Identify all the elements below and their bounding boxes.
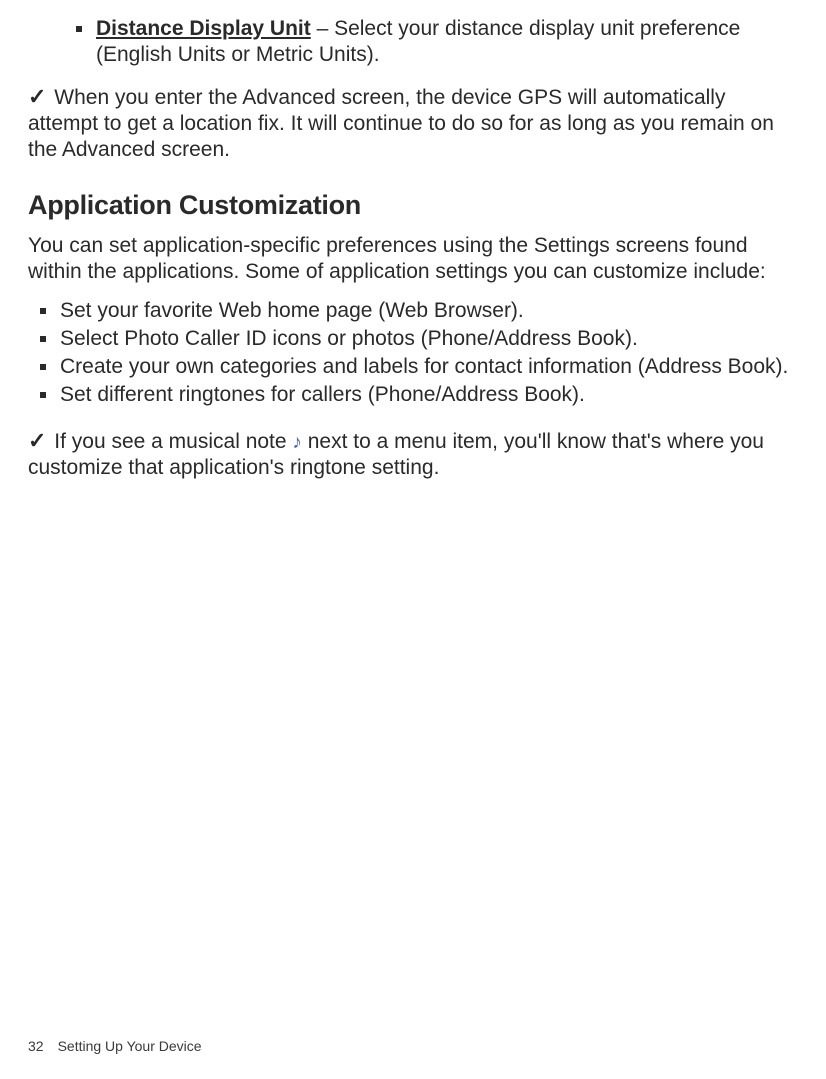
distance-display-unit-item: Distance Display Unit – Select your dist… (76, 16, 798, 69)
footer-section: Setting Up Your Device (58, 1038, 202, 1054)
music-note-icon: ♪ (292, 431, 302, 455)
ringtone-tip-text-a: If you see a musical note (48, 430, 292, 453)
list-item: Set different ringtones for callers (Pho… (40, 382, 798, 408)
nested-bullet-list: Distance Display Unit – Select your dist… (28, 16, 798, 69)
item-title: Distance Display Unit (96, 17, 311, 40)
section-heading: Application Customization (28, 189, 798, 223)
page-number: 32 (28, 1038, 44, 1054)
gps-tip-paragraph: ✓ When you enter the Advanced screen, th… (28, 83, 798, 164)
check-icon: ✓ (28, 428, 46, 453)
ringtone-tip-paragraph: ✓ If you see a musical note ♪ next to a … (28, 427, 798, 482)
list-item: Set your favorite Web home page (Web Bro… (40, 298, 798, 324)
list-item: Create your own categories and labels fo… (40, 354, 798, 380)
customization-list: Set your favorite Web home page (Web Bro… (28, 298, 798, 409)
gps-tip-text: When you enter the Advanced screen, the … (28, 86, 774, 162)
check-icon: ✓ (28, 84, 46, 109)
list-item: Select Photo Caller ID icons or photos (… (40, 326, 798, 352)
intro-paragraph: You can set application-specific prefere… (28, 233, 798, 286)
page-footer: 32 Setting Up Your Device (28, 1038, 202, 1056)
